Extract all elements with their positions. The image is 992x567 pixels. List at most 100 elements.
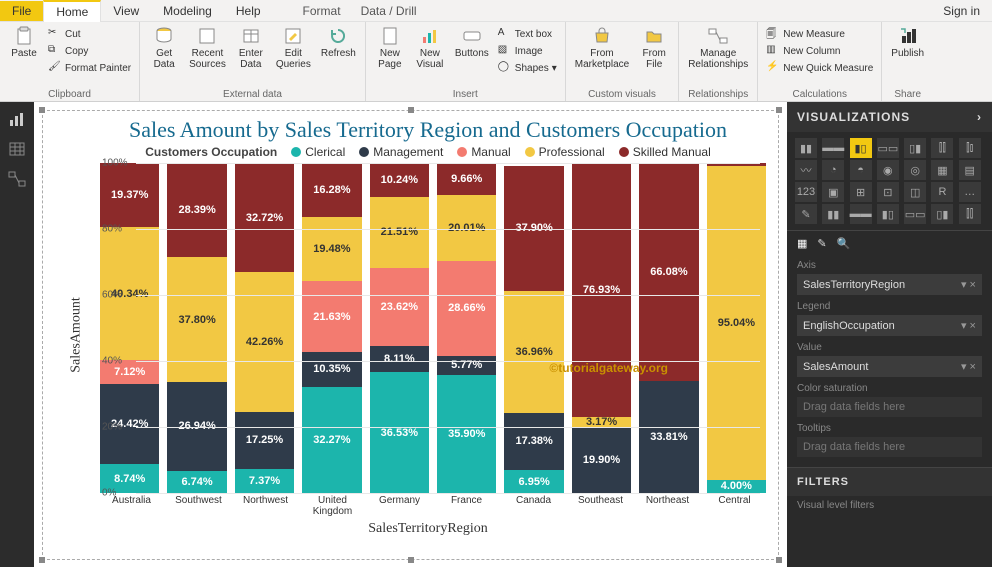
- from-file-button[interactable]: From File: [636, 24, 672, 88]
- legend-well[interactable]: EnglishOccupation▾ ×: [797, 315, 982, 336]
- x-labels: AustraliaSouthwestNorthwestUnited Kingdo…: [88, 495, 768, 517]
- viz-type-12[interactable]: ▦: [931, 160, 953, 180]
- image-button[interactable]: ▧Image: [496, 43, 559, 59]
- edit-icon: [283, 26, 303, 46]
- manage-relationships-button[interactable]: Manage Relationships: [685, 24, 751, 88]
- button-icon: [462, 26, 482, 46]
- visual-level-filters: Visual level filters: [787, 496, 992, 515]
- value-well-label: Value: [797, 342, 982, 353]
- marketplace-icon: [592, 26, 612, 46]
- filters-header[interactable]: FILTERS: [787, 467, 992, 496]
- sign-in[interactable]: Sign in: [931, 1, 992, 21]
- viz-type-9[interactable]: ◓: [850, 160, 872, 180]
- chart-title: Sales Amount by Sales Territory Region a…: [88, 117, 768, 143]
- viz-type-18[interactable]: ◫: [904, 182, 926, 202]
- viz-type-0[interactable]: ▮▮: [795, 138, 817, 158]
- shapes-icon: ◯: [498, 61, 512, 75]
- tab-format[interactable]: Format: [293, 1, 351, 21]
- new-column-button[interactable]: ▥New Column: [764, 43, 875, 59]
- tab-view[interactable]: View: [101, 1, 151, 21]
- publish-button[interactable]: Publish: [888, 24, 927, 88]
- new-visual-button[interactable]: New Visual: [412, 24, 448, 88]
- viz-type-8[interactable]: ◔: [822, 160, 844, 180]
- group-external-data: External data: [146, 88, 359, 101]
- viz-type-19[interactable]: R: [931, 182, 953, 202]
- viz-type-13[interactable]: ▤: [959, 160, 981, 180]
- cut-button[interactable]: ✂Cut: [46, 26, 133, 42]
- new-quick-measure-button[interactable]: ⚡New Quick Measure: [764, 60, 875, 76]
- viz-type-17[interactable]: ⊡: [877, 182, 899, 202]
- group-clipboard: Clipboard: [6, 88, 133, 101]
- copy-button[interactable]: ⧉Copy: [46, 43, 133, 59]
- visualizations-header[interactable]: VISUALIZATIONS ›: [787, 102, 992, 132]
- tooltips-well[interactable]: Drag data fields here: [797, 437, 982, 457]
- value-well[interactable]: SalesAmount▾ ×: [797, 356, 982, 377]
- cut-icon: ✂: [48, 27, 62, 41]
- viz-type-10[interactable]: ◉: [877, 160, 899, 180]
- format-painter-button[interactable]: 🖌Format Painter: [46, 60, 133, 76]
- group-insert: Insert: [372, 88, 559, 101]
- viz-type-15[interactable]: ▣: [822, 182, 844, 202]
- viz-type-7[interactable]: 〰: [795, 160, 817, 180]
- legend-well-label: Legend: [797, 301, 982, 312]
- viz-type-21[interactable]: ✎: [795, 204, 817, 224]
- format-tab-icon[interactable]: ✎: [817, 237, 826, 250]
- viz-type-23[interactable]: ▬▬: [850, 204, 872, 224]
- chevron-right-icon: ›: [977, 110, 982, 124]
- folder-icon: [644, 26, 664, 46]
- viz-type-1[interactable]: ▬▬: [822, 138, 844, 158]
- tab-data-drill[interactable]: Data / Drill: [351, 1, 427, 21]
- chart-icon: [420, 26, 440, 46]
- viz-type-25[interactable]: ▭▭: [904, 204, 926, 224]
- viz-type-2[interactable]: ▮▯: [850, 138, 872, 158]
- x-axis-label: SalesTerritoryRegion: [88, 521, 768, 537]
- color-saturation-label: Color saturation: [797, 383, 982, 394]
- table-icon: [241, 26, 261, 46]
- report-view-icon[interactable]: [8, 110, 26, 128]
- copy-icon: ⧉: [48, 44, 62, 58]
- viz-type-5[interactable]: ⫿⫿: [931, 138, 953, 158]
- viz-type-20[interactable]: …: [959, 182, 981, 202]
- axis-well[interactable]: SalesTerritoryRegion▾ ×: [797, 274, 982, 295]
- viz-type-11[interactable]: ◎: [904, 160, 926, 180]
- analytics-tab-icon[interactable]: 🔍: [837, 237, 851, 250]
- brush-icon: 🖌: [48, 61, 62, 75]
- visualization-types-grid: ▮▮▬▬▮▯▭▭▯▮⫿⫿⫿⫾〰◔◓◉◎▦▤123▣⊞⊡◫R…✎▮▮▬▬▮▯▭▭▯…: [787, 132, 992, 230]
- textbox-button[interactable]: AText box: [496, 26, 559, 42]
- new-page-button[interactable]: New Page: [372, 24, 408, 88]
- color-saturation-well[interactable]: Drag data fields here: [797, 397, 982, 417]
- tab-help[interactable]: Help: [224, 1, 273, 21]
- viz-type-3[interactable]: ▭▭: [877, 138, 899, 158]
- get-data-button[interactable]: Get Data: [146, 24, 182, 88]
- chart-visual[interactable]: Sales Amount by Sales Territory Region a…: [42, 110, 779, 560]
- viz-type-4[interactable]: ▯▮: [904, 138, 926, 158]
- new-measure-button[interactable]: 🗐New Measure: [764, 26, 875, 42]
- viz-type-22[interactable]: ▮▮: [822, 204, 844, 224]
- file-tab[interactable]: File: [0, 1, 43, 21]
- viz-type-16[interactable]: ⊞: [850, 182, 872, 202]
- viz-type-14[interactable]: 123: [795, 182, 817, 202]
- viz-type-27[interactable]: ⫿⫿: [959, 204, 981, 224]
- from-marketplace-button[interactable]: From Marketplace: [572, 24, 632, 88]
- edit-queries-button[interactable]: Edit Queries: [273, 24, 314, 88]
- fields-tab-icon[interactable]: ▦: [797, 237, 807, 250]
- tab-modeling[interactable]: Modeling: [151, 1, 224, 21]
- refresh-button[interactable]: Refresh: [318, 24, 359, 88]
- viz-type-6[interactable]: ⫿⫾: [959, 138, 981, 158]
- paste-icon: [14, 26, 34, 46]
- viz-type-26[interactable]: ▯▮: [931, 204, 953, 224]
- paste-button[interactable]: Paste: [6, 24, 42, 88]
- y-axis-label: SalesAmount: [69, 297, 85, 372]
- recent-sources-button[interactable]: Recent Sources: [186, 24, 229, 88]
- buttons-button[interactable]: Buttons: [452, 24, 492, 88]
- enter-data-button[interactable]: Enter Data: [233, 24, 269, 88]
- recent-icon: [197, 26, 217, 46]
- shapes-button[interactable]: ◯Shapes ▾: [496, 60, 559, 76]
- relationships-icon: [708, 26, 728, 46]
- textbox-icon: A: [498, 27, 512, 41]
- tab-home[interactable]: Home: [43, 0, 101, 22]
- model-view-icon[interactable]: [8, 170, 26, 188]
- data-view-icon[interactable]: [8, 140, 26, 158]
- image-icon: ▧: [498, 44, 512, 58]
- viz-type-24[interactable]: ▮▯: [877, 204, 899, 224]
